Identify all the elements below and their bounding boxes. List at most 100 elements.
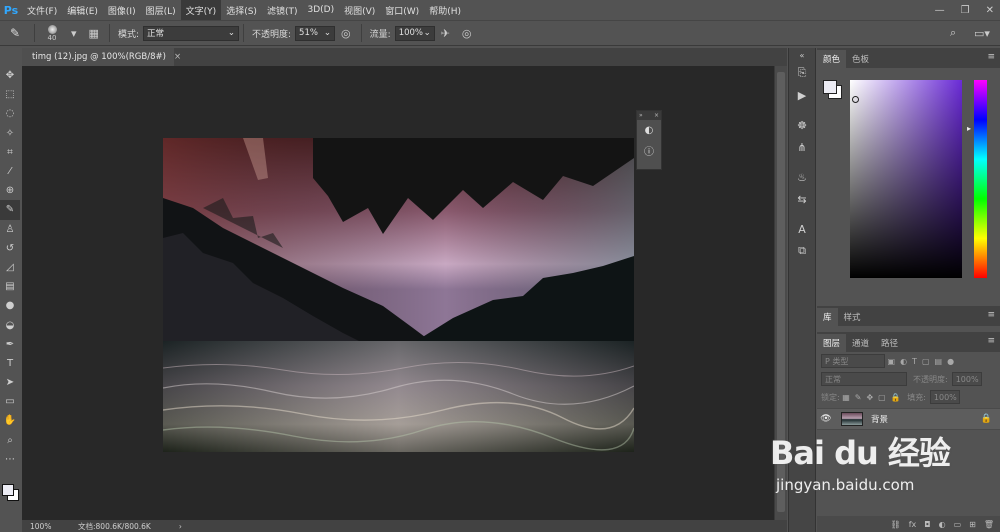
layer-row[interactable]: 👁 背景 🔒 xyxy=(817,408,1000,430)
history-icon[interactable]: ⎘ xyxy=(789,62,815,84)
eraser-tool-icon[interactable]: ◿ xyxy=(0,258,20,277)
collapse-icon[interactable]: » xyxy=(639,112,643,119)
lock-transparent-icon[interactable]: ▦ xyxy=(842,393,850,402)
marquee-tool-icon[interactable]: ⬚ xyxy=(0,85,20,104)
pen-tool-icon[interactable]: ✒ xyxy=(0,335,20,354)
tab-libraries[interactable]: 库 xyxy=(817,308,838,326)
filter-adjust-icon[interactable]: ◐ xyxy=(900,357,907,366)
hand-tool-icon[interactable]: ✋ xyxy=(0,411,20,430)
pressure-size-icon[interactable]: ◎ xyxy=(462,27,472,40)
hue-slider[interactable] xyxy=(974,80,987,278)
visibility-eye-icon[interactable]: 👁 xyxy=(817,414,835,424)
link-layers-icon[interactable]: ⛓ xyxy=(891,520,901,529)
panel-menu-icon[interactable]: ≡ xyxy=(987,52,995,62)
crop-tool-icon[interactable]: ⌗ xyxy=(0,143,20,162)
flow-input[interactable]: 100% ⌄ xyxy=(394,25,435,41)
info-icon[interactable]: ⓘ xyxy=(637,140,661,160)
path-select-tool-icon[interactable]: ➤ xyxy=(0,373,20,392)
panel-menu-icon[interactable]: ≡ xyxy=(987,336,995,346)
menu-edit[interactable]: 编辑(E) xyxy=(62,0,103,20)
lasso-tool-icon[interactable]: ◌ xyxy=(0,104,20,123)
menu-filter[interactable]: 滤镜(T) xyxy=(262,0,303,20)
lock-pixels-icon[interactable]: ✎ xyxy=(855,393,862,402)
menu-view[interactable]: 视图(V) xyxy=(339,0,380,20)
new-group-icon[interactable]: ▭ xyxy=(954,520,962,529)
lock-all-icon[interactable]: 🔒 xyxy=(891,393,901,402)
menu-window[interactable]: 窗口(W) xyxy=(380,0,424,20)
rectangle-tool-icon[interactable]: ▭ xyxy=(0,392,20,411)
type-tool-icon[interactable]: T xyxy=(0,354,20,373)
pressure-opacity-icon[interactable]: ◎ xyxy=(341,27,351,40)
foreground-color-swatch[interactable] xyxy=(823,80,837,94)
mode-select[interactable]: 正常 ⌄ xyxy=(142,25,239,41)
quick-select-tool-icon[interactable]: ✧ xyxy=(0,124,20,143)
healing-brush-tool-icon[interactable]: ⊕ xyxy=(0,181,20,200)
menu-select[interactable]: 选择(S) xyxy=(221,0,262,20)
menu-3d[interactable]: 3D(D) xyxy=(302,0,339,20)
expand-dock-icon[interactable]: « xyxy=(789,48,815,62)
brush-panel-icon[interactable]: ▦ xyxy=(89,27,99,40)
tab-swatches[interactable]: 色板 xyxy=(846,50,875,68)
layer-filter-select[interactable]: P 类型 xyxy=(821,354,885,368)
opacity-input[interactable]: 51% ⌄ xyxy=(295,25,336,41)
history-brush-tool-icon[interactable]: ↺ xyxy=(0,239,20,258)
fill-input[interactable]: 100% xyxy=(929,390,960,404)
dodge-tool-icon[interactable]: ◒ xyxy=(0,315,20,334)
blur-tool-icon[interactable]: ● xyxy=(0,296,20,315)
brush-tool-icon[interactable]: ✎ xyxy=(0,200,20,220)
color-picker-field[interactable] xyxy=(850,80,962,278)
status-menu-arrow[interactable]: › xyxy=(179,522,182,531)
search-icon[interactable]: ⌕ xyxy=(950,26,956,40)
move-tool-icon[interactable]: ✥ xyxy=(0,66,20,85)
panel-menu-icon[interactable]: ≡ xyxy=(987,310,995,320)
restore-button[interactable]: ❐ xyxy=(961,5,970,16)
filter-toggle-icon[interactable]: ● xyxy=(947,357,954,366)
menu-layer[interactable]: 图层(L) xyxy=(141,0,181,20)
menu-image[interactable]: 图像(I) xyxy=(103,0,141,20)
menu-file[interactable]: 文件(F) xyxy=(22,0,62,20)
properties-icon[interactable]: ⇆ xyxy=(789,188,815,210)
filter-type-icon[interactable]: T xyxy=(912,357,917,366)
filter-smart-icon[interactable]: ▤ xyxy=(935,357,943,366)
clone-stamp-tool-icon[interactable]: ♙ xyxy=(0,220,20,239)
document-tab[interactable]: timg (12).jpg @ 100%(RGB/8#) × xyxy=(22,48,181,66)
more-tools-icon[interactable]: ⋯ xyxy=(0,450,20,469)
adjustments-icon[interactable]: ☸ xyxy=(789,114,815,136)
zoom-level[interactable]: 100% xyxy=(22,522,62,531)
close-icon[interactable]: × xyxy=(654,112,659,119)
layer-opacity-input[interactable]: 100% xyxy=(951,372,982,386)
brushes-icon[interactable]: ⋔ xyxy=(789,136,815,158)
filter-shape-icon[interactable]: ▢ xyxy=(922,357,930,366)
adjustments-icon[interactable]: ◐ xyxy=(637,120,661,140)
layer-mask-icon[interactable]: ◘ xyxy=(924,520,930,529)
brush-picker[interactable]: 40 xyxy=(39,22,65,44)
eyedropper-tool-icon[interactable]: ⁄ xyxy=(0,162,20,181)
foreground-color-swatch[interactable] xyxy=(2,484,14,496)
layer-style-icon[interactable]: fx xyxy=(909,520,917,529)
workspace-icon[interactable]: ▭▾ xyxy=(974,27,990,40)
airbrush-icon[interactable]: ✈ xyxy=(441,27,450,40)
new-layer-icon[interactable]: ⊞ xyxy=(969,520,976,529)
close-button[interactable]: ✕ xyxy=(986,5,994,16)
lock-position-icon[interactable]: ✥ xyxy=(866,393,873,402)
adjustment-layer-icon[interactable]: ◐ xyxy=(939,520,946,529)
paragraph-icon[interactable]: ⧉ xyxy=(789,240,815,262)
brush-settings-icon[interactable]: ♨ xyxy=(789,166,815,188)
color-picker-cursor[interactable] xyxy=(852,96,859,103)
menu-type[interactable]: 文字(Y) xyxy=(180,0,222,20)
tab-color[interactable]: 颜色 xyxy=(817,50,847,68)
document-image[interactable] xyxy=(163,138,634,452)
tab-layers[interactable]: 图层 xyxy=(817,334,847,352)
minimize-button[interactable]: — xyxy=(935,5,945,16)
tab-paths[interactable]: 路径 xyxy=(875,334,904,352)
delete-layer-icon[interactable]: 🗑 xyxy=(984,520,994,529)
tab-channels[interactable]: 通道 xyxy=(846,334,875,352)
floating-panel-header[interactable]: » × xyxy=(637,111,661,120)
brush-tool-preset-icon[interactable]: ✎ xyxy=(0,26,30,40)
menu-help[interactable]: 帮助(H) xyxy=(424,0,466,20)
character-icon[interactable]: A xyxy=(789,218,815,240)
gradient-tool-icon[interactable]: ▤ xyxy=(0,277,20,296)
chevron-down-icon[interactable]: ▾ xyxy=(71,27,77,40)
tab-styles[interactable]: 样式 xyxy=(838,308,867,326)
zoom-tool-icon[interactable]: ⌕ xyxy=(0,431,20,450)
